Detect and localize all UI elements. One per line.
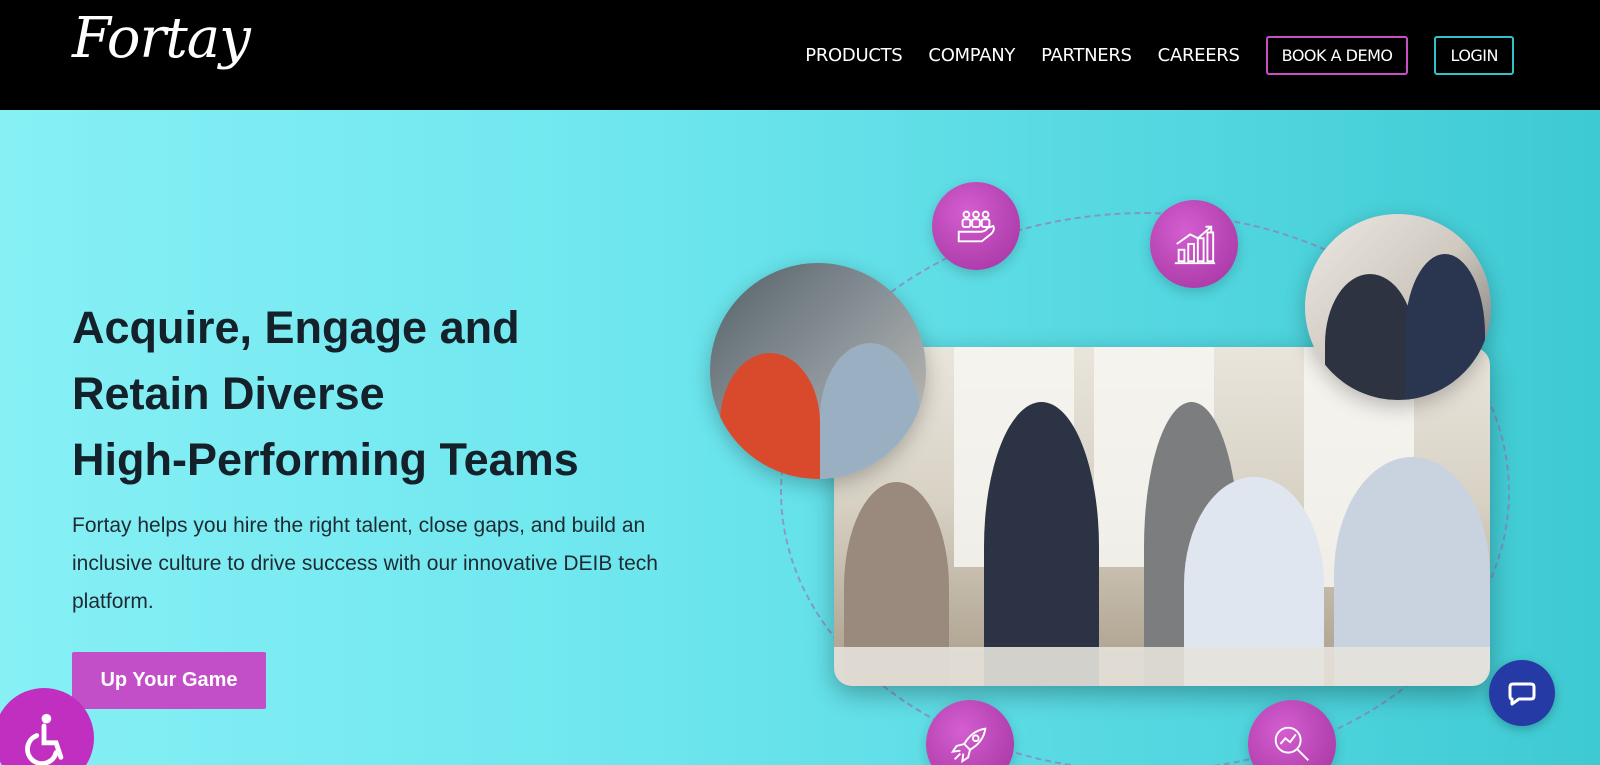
fortay-logo[interactable]: Fortay (72, 6, 251, 71)
login-button[interactable]: LOGIN (1434, 35, 1514, 75)
circle-photo-colleagues (710, 263, 926, 479)
hero-section: Acquire, Engage and Retain Diverse High-… (0, 110, 1600, 765)
nav-products[interactable]: PRODUCTS (805, 45, 902, 66)
nav-company[interactable]: COMPANY (928, 45, 1015, 66)
hero-headline: Acquire, Engage and Retain Diverse High-… (72, 295, 672, 493)
nav-partners[interactable]: PARTNERS (1041, 45, 1132, 66)
accessibility-icon (25, 713, 64, 765)
headline-line: Retain Diverse (72, 368, 385, 419)
circle-photo-coworkers (1305, 214, 1491, 400)
growth-chart-icon (1150, 200, 1238, 288)
chat-widget-button[interactable] (1489, 660, 1555, 726)
headline-line: Acquire, Engage and (72, 302, 520, 353)
up-your-game-button[interactable]: Up Your Game (72, 652, 266, 709)
site-header: Fortay PRODUCTS COMPANY PARTNERS CAREERS… (0, 0, 1600, 110)
headline-line: High-Performing Teams (72, 434, 579, 485)
hero-description: Fortay helps you hire the right talent, … (72, 514, 658, 613)
chat-icon (1508, 682, 1536, 706)
nav-careers[interactable]: CAREERS (1158, 45, 1240, 66)
book-demo-button[interactable]: BOOK A DEMO (1265, 35, 1409, 75)
main-nav: PRODUCTS COMPANY PARTNERS CAREERS BOOK A… (779, 35, 1514, 75)
team-hand-icon (932, 182, 1020, 270)
